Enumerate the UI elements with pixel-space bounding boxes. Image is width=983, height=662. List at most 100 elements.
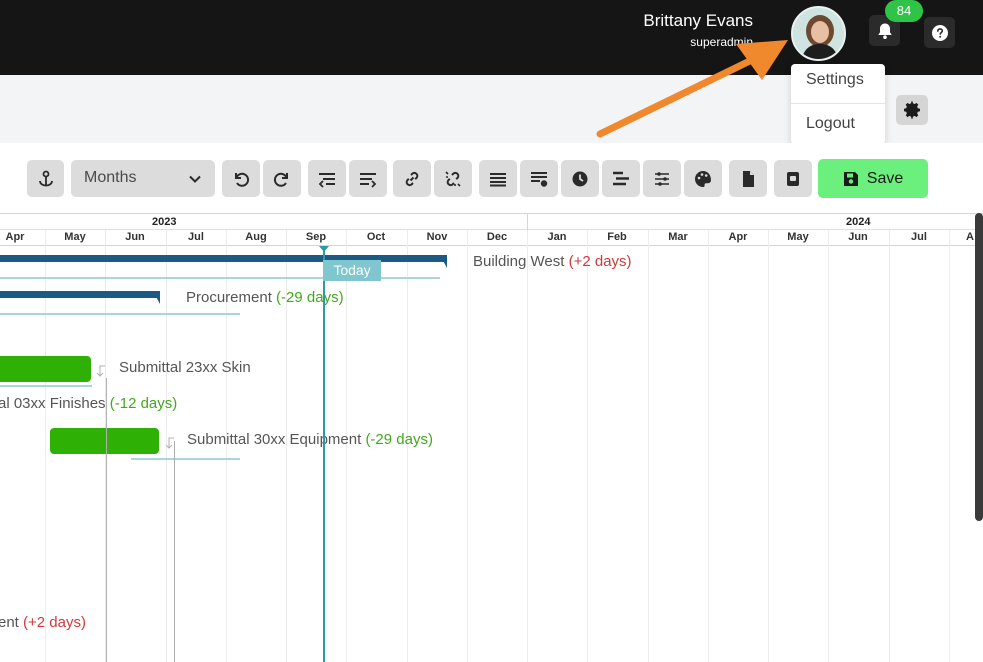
grid-line (527, 230, 528, 662)
month-label: Nov (426, 231, 448, 243)
menu-item-settings[interactable]: Settings (791, 64, 885, 104)
month-label: Jul (188, 231, 204, 243)
collapse-all-button[interactable] (479, 160, 517, 197)
menu-divider (791, 103, 885, 104)
adjust-button[interactable] (643, 160, 681, 197)
filter-list-icon (531, 171, 548, 187)
grid-line (949, 230, 950, 662)
month-label: Jun (848, 231, 868, 243)
user-name: Brittany Evans (643, 11, 753, 30)
save-label: Save (866, 169, 904, 187)
year-divider (527, 214, 528, 231)
year-label-2023: 2023 (152, 216, 177, 228)
task-label-submittal-30xx-equipment: Submittal 30xx Equipment (-29 days) (187, 431, 433, 448)
user-menu-dropdown: Settings Logout (791, 64, 885, 144)
today-button[interactable] (561, 160, 599, 197)
colors-button[interactable] (684, 160, 722, 197)
vertical-scrollbar[interactable] (975, 213, 983, 521)
task-name: Building West (473, 253, 565, 270)
floppy-disk-icon (843, 171, 858, 186)
today-label: Today (323, 260, 381, 281)
gantt-chart: 2023 2024 Apr May Jun Jul Aug Sep Oct No… (0, 213, 983, 662)
task-bar-submittal-23xx-skin[interactable] (0, 356, 91, 382)
task-label-procurement: Procurement (-29 days) (186, 289, 344, 306)
dependency-line (106, 378, 107, 662)
square-icon (787, 171, 799, 186)
baseline-bar (0, 313, 240, 315)
grid-line (768, 230, 769, 662)
task-name: ent (0, 614, 19, 631)
filter-button[interactable] (520, 160, 558, 197)
bell-icon (877, 23, 892, 39)
zoom-level-value: Months (84, 169, 137, 186)
month-label: Dec (486, 231, 508, 243)
link-icon (405, 171, 419, 186)
month-label: May (64, 231, 86, 243)
baseline-bar (0, 385, 92, 387)
undo-icon (235, 172, 250, 187)
month-label: Sep (305, 231, 327, 243)
rows-icon (490, 172, 506, 186)
grid-line (708, 230, 709, 662)
redo-icon (273, 172, 288, 187)
clock-icon (572, 171, 588, 186)
annotation-arrow (596, 40, 788, 138)
month-label: Oct (366, 231, 386, 243)
outdent-button[interactable] (308, 160, 346, 197)
task-delta: (-29 days) (365, 431, 433, 448)
month-label: Feb (607, 231, 627, 243)
year-label-2024: 2024 (846, 216, 871, 228)
year-header: 2023 2024 (0, 213, 983, 231)
baseline-button[interactable] (774, 160, 812, 197)
link-tasks-button[interactable] (393, 160, 431, 197)
month-label: Jan (547, 231, 567, 243)
unlink-tasks-button[interactable] (434, 160, 472, 197)
sliders-icon (655, 171, 669, 186)
anchor-button[interactable] (27, 160, 64, 197)
summary-bar-end-cap (153, 291, 160, 304)
gantt-bars-icon (613, 171, 629, 185)
task-bar-submittal-30xx-equipment[interactable] (50, 428, 159, 454)
critical-path-button[interactable] (602, 160, 640, 197)
anchor-icon (38, 170, 53, 186)
export-pdf-button[interactable] (729, 160, 767, 197)
today-marker-arrow (319, 246, 329, 252)
indent-button[interactable] (349, 160, 387, 197)
unlink-icon (445, 170, 461, 187)
outdent-icon (318, 172, 335, 188)
task-delta: (-29 days) (276, 289, 344, 306)
redo-button[interactable] (263, 160, 301, 197)
task-label-partial: ent (+2 days) (0, 614, 86, 631)
zoom-level-select[interactable]: Months (71, 160, 215, 197)
dependency-line (174, 441, 175, 662)
month-label: Aug (245, 231, 267, 243)
grid-line (467, 230, 468, 662)
task-delta: (+2 days) (23, 614, 86, 631)
summary-bar-end-cap (440, 255, 447, 268)
task-label-building-west: Building West (+2 days) (473, 253, 632, 270)
file-icon (743, 170, 754, 187)
gear-icon (904, 101, 920, 119)
month-label: Mar (668, 231, 688, 243)
help-button[interactable] (924, 17, 955, 48)
task-name: al 03xx Finishes (0, 395, 106, 412)
grid-line (828, 230, 829, 662)
notification-count-badge: 84 (885, 0, 923, 22)
grid-line (648, 230, 649, 662)
indent-icon (360, 172, 377, 188)
task-name: Submittal 30xx Equipment (187, 431, 362, 448)
summary-bar-procurement[interactable] (0, 291, 160, 298)
task-delta: (-12 days) (109, 395, 178, 412)
task-label-03xx-finishes: al 03xx Finishes (-12 days) (0, 395, 177, 412)
task-name: Procurement (186, 289, 272, 306)
task-label-submittal-23xx-skin: Submittal 23xx Skin (119, 359, 251, 376)
settings-button[interactable] (896, 95, 928, 125)
undo-button[interactable] (222, 160, 260, 197)
palette-icon (695, 170, 711, 187)
month-label: May (787, 231, 809, 243)
chevron-down-icon (189, 175, 201, 183)
menu-item-logout[interactable]: Logout (791, 108, 885, 148)
month-label: Apr (5, 231, 25, 243)
month-label: Jun (125, 231, 145, 243)
save-button[interactable]: Save (818, 159, 928, 198)
